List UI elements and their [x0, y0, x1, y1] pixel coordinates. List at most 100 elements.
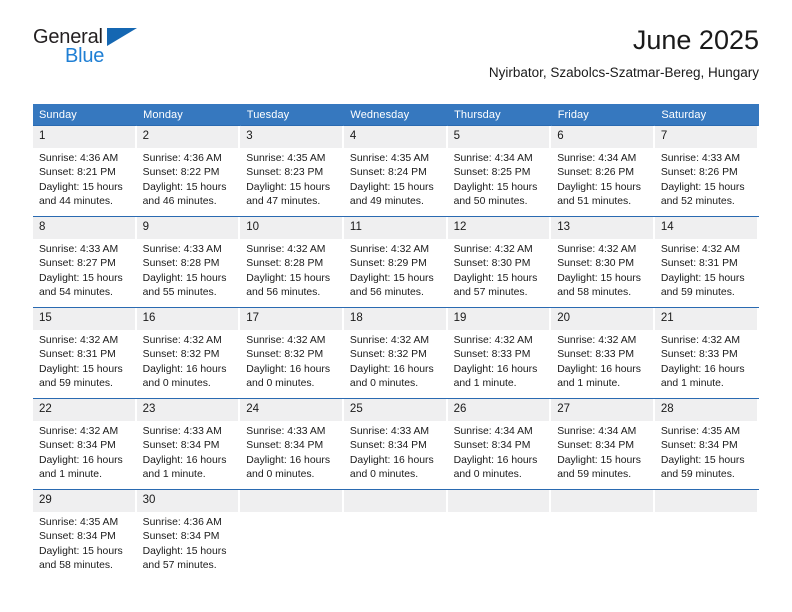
day-info: Sunrise: 4:33 AM Sunset: 8:34 PM Daylight:…	[240, 421, 344, 483]
day-info: Sunrise: 4:36 AM Sunset: 8:22 PM Daylight:…	[137, 148, 241, 210]
daylight-text-line2: and 59 minutes.	[39, 378, 113, 390]
daylight-text-line1: Daylight: 15 hours	[39, 545, 123, 557]
day-number: 8	[33, 217, 135, 239]
daylight-text-line1: Daylight: 15 hours	[660, 181, 745, 193]
daylight-text-line1: Daylight: 16 hours	[453, 363, 538, 375]
day-cell-empty	[240, 489, 344, 580]
day-cell[interactable]: 15 Sunrise: 4:32 AM Sunset: 8:31 PM Dayligh…	[33, 307, 137, 399]
sunset-text: Sunset: 8:34 PM	[660, 440, 738, 452]
day-number: 28	[654, 399, 757, 421]
day-number: 26	[447, 399, 550, 421]
sunset-text: Sunset: 8:34 PM	[349, 440, 427, 452]
daylight-text-line2: and 0 minutes.	[142, 378, 211, 390]
sunrise-text: Sunrise: 4:33 AM	[39, 244, 119, 255]
daylight-text-line2: and 54 minutes.	[39, 287, 113, 299]
day-info: Sunrise: 4:32 AM Sunset: 8:31 PM Daylight:…	[655, 239, 759, 301]
day-cell[interactable]: 12 Sunrise: 4:32 AM Sunset: 8:30 PM Dayligh…	[447, 216, 552, 308]
weekday-header-thursday: Thursday	[447, 104, 552, 126]
calendar-week-row: 1 Sunrise: 4:36 AM Sunset: 8:21 PM Daylight…	[33, 125, 759, 217]
day-cell[interactable]: 9 Sunrise: 4:33 AM Sunset: 8:28 PM Daylight…	[136, 216, 241, 308]
day-cell[interactable]: 26 Sunrise: 4:34 AM Sunset: 8:34 PM Dayligh…	[447, 398, 552, 490]
generalblue-logo[interactable]: General Blue	[33, 26, 333, 67]
day-cell[interactable]: 1 Sunrise: 4:36 AM Sunset: 8:21 PM Daylight…	[33, 125, 137, 217]
triangle-icon	[107, 28, 137, 46]
day-cell[interactable]: 29 Sunrise: 4:35 AM Sunset: 8:34 PM Dayligh…	[33, 489, 137, 580]
daylight-text-line2: and 0 minutes.	[349, 378, 419, 390]
weekday-header-sunday: Sunday	[33, 104, 138, 126]
daylight-text-line2: and 58 minutes.	[39, 560, 113, 572]
daylight-text-line1: Daylight: 15 hours	[557, 181, 641, 193]
day-number	[654, 490, 757, 512]
sunset-text: Sunset: 8:27 PM	[39, 258, 116, 270]
day-info: Sunrise: 4:32 AM Sunset: 8:28 PM Daylight:…	[240, 239, 344, 301]
sunset-text: Sunset: 8:34 PM	[142, 531, 220, 543]
day-cell[interactable]: 6 Sunrise: 4:34 AM Sunset: 8:26 PM Daylight…	[551, 125, 655, 217]
weekday-header-saturday: Saturday	[654, 104, 759, 126]
day-cell[interactable]: 2 Sunrise: 4:36 AM Sunset: 8:22 PM Daylight…	[136, 125, 241, 217]
daylight-text-line2: and 51 minutes.	[557, 196, 632, 208]
daylight-text-line2: and 1 minute.	[660, 378, 724, 390]
daylight-text-line1: Daylight: 15 hours	[557, 272, 641, 284]
day-cell[interactable]: 22 Sunrise: 4:32 AM Sunset: 8:34 PM Dayligh…	[33, 398, 137, 490]
sunset-text: Sunset: 8:30 PM	[557, 258, 635, 270]
day-cell[interactable]: 18 Sunrise: 4:32 AM Sunset: 8:32 PM Dayligh…	[343, 307, 448, 399]
daylight-text-line1: Daylight: 16 hours	[557, 363, 641, 375]
day-cell[interactable]: 27 Sunrise: 4:34 AM Sunset: 8:34 PM Dayligh…	[551, 398, 655, 490]
daylight-text-line2: and 0 minutes.	[349, 469, 419, 481]
sunrise-text: Sunrise: 4:36 AM	[39, 153, 119, 164]
day-cell[interactable]: 24 Sunrise: 4:33 AM Sunset: 8:34 PM Dayligh…	[240, 398, 344, 490]
day-number: 2	[136, 126, 239, 148]
sunset-text: Sunset: 8:32 PM	[246, 349, 324, 361]
day-cell[interactable]: 30 Sunrise: 4:36 AM Sunset: 8:34 PM Dayligh…	[136, 489, 241, 580]
day-number: 30	[136, 490, 239, 512]
day-number: 1	[33, 126, 135, 148]
daylight-text-line1: Daylight: 15 hours	[142, 272, 227, 284]
sunset-text: Sunset: 8:25 PM	[453, 167, 531, 179]
day-cell[interactable]: 7 Sunrise: 4:33 AM Sunset: 8:26 PM Daylight…	[654, 125, 759, 217]
day-cell[interactable]: 21 Sunrise: 4:32 AM Sunset: 8:33 PM Dayligh…	[654, 307, 759, 399]
day-cell[interactable]: 11 Sunrise: 4:32 AM Sunset: 8:29 PM Dayligh…	[343, 216, 448, 308]
day-cell[interactable]: 28 Sunrise: 4:35 AM Sunset: 8:34 PM Dayligh…	[654, 398, 759, 490]
sunrise-text: Sunrise: 4:35 AM	[349, 153, 430, 164]
sunrise-text: Sunrise: 4:34 AM	[453, 153, 533, 164]
day-cell[interactable]: 20 Sunrise: 4:32 AM Sunset: 8:33 PM Dayligh…	[551, 307, 655, 399]
daylight-text-line2: and 1 minute.	[142, 469, 206, 481]
day-info: Sunrise: 4:33 AM Sunset: 8:26 PM Daylight:…	[655, 148, 759, 210]
day-cell[interactable]: 17 Sunrise: 4:32 AM Sunset: 8:32 PM Dayligh…	[240, 307, 344, 399]
day-cell[interactable]: 14 Sunrise: 4:32 AM Sunset: 8:31 PM Dayligh…	[654, 216, 759, 308]
day-cell[interactable]: 3 Sunrise: 4:35 AM Sunset: 8:23 PM Daylight…	[240, 125, 344, 217]
daylight-text-line1: Daylight: 15 hours	[39, 181, 123, 193]
day-info: Sunrise: 4:32 AM Sunset: 8:33 PM Daylight:…	[448, 330, 552, 392]
day-cell[interactable]: 8 Sunrise: 4:33 AM Sunset: 8:27 PM Daylight…	[33, 216, 137, 308]
day-cell[interactable]: 13 Sunrise: 4:32 AM Sunset: 8:30 PM Dayligh…	[551, 216, 655, 308]
day-info: Sunrise: 4:33 AM Sunset: 8:27 PM Daylight:…	[33, 239, 137, 301]
day-cell-empty	[447, 489, 552, 580]
daylight-text-line2: and 55 minutes.	[142, 287, 217, 299]
day-cell[interactable]: 10 Sunrise: 4:32 AM Sunset: 8:28 PM Dayligh…	[240, 216, 344, 308]
weekday-header: Sunday Monday Tuesday Wednesday Thursday…	[33, 104, 759, 126]
day-number: 12	[447, 217, 550, 239]
day-number: 19	[447, 308, 550, 330]
daylight-text-line2: and 46 minutes.	[142, 196, 217, 208]
day-cell[interactable]: 19 Sunrise: 4:32 AM Sunset: 8:33 PM Dayligh…	[447, 307, 552, 399]
sunrise-text: Sunrise: 4:32 AM	[557, 244, 637, 255]
day-cell[interactable]: 5 Sunrise: 4:34 AM Sunset: 8:25 PM Daylight…	[447, 125, 552, 217]
day-number: 16	[136, 308, 239, 330]
day-info: Sunrise: 4:32 AM Sunset: 8:31 PM Daylight:…	[33, 330, 137, 392]
sunset-text: Sunset: 8:28 PM	[142, 258, 220, 270]
daylight-text-line1: Daylight: 16 hours	[660, 363, 745, 375]
sunset-text: Sunset: 8:33 PM	[453, 349, 531, 361]
day-cell[interactable]: 16 Sunrise: 4:32 AM Sunset: 8:32 PM Dayligh…	[136, 307, 241, 399]
daylight-text-line2: and 0 minutes.	[246, 469, 315, 481]
day-cell[interactable]: 25 Sunrise: 4:33 AM Sunset: 8:34 PM Dayligh…	[343, 398, 448, 490]
page-header: General Blue June 2025 Nyirbator, Szabol…	[33, 25, 759, 98]
day-cell[interactable]: 23 Sunrise: 4:33 AM Sunset: 8:34 PM Dayligh…	[136, 398, 241, 490]
sunset-text: Sunset: 8:26 PM	[660, 167, 738, 179]
day-info: Sunrise: 4:34 AM Sunset: 8:34 PM Daylight:…	[551, 421, 655, 483]
sunset-text: Sunset: 8:23 PM	[246, 167, 324, 179]
sunrise-text: Sunrise: 4:34 AM	[557, 153, 637, 164]
day-info: Sunrise: 4:34 AM Sunset: 8:25 PM Daylight:…	[448, 148, 552, 210]
weekday-header-wednesday: Wednesday	[343, 104, 449, 126]
daylight-text-line2: and 1 minute.	[557, 378, 621, 390]
day-cell[interactable]: 4 Sunrise: 4:35 AM Sunset: 8:24 PM Daylight…	[343, 125, 448, 217]
